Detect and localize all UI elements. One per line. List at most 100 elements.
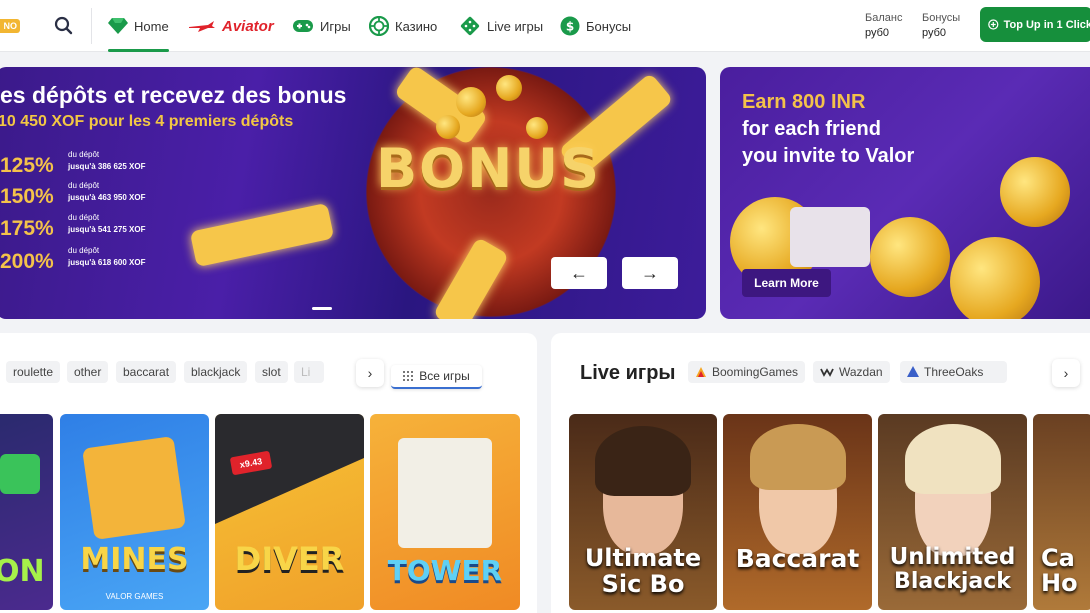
three-oaks-icon	[907, 366, 919, 377]
all-games-button[interactable]: Все игры	[391, 365, 482, 389]
nav-games[interactable]: Игры	[292, 0, 351, 52]
category-chip[interactable]: Li	[294, 361, 324, 383]
game-card[interactable]: TOWER	[370, 414, 520, 610]
game-card[interactable]: ON	[0, 414, 53, 610]
live-game-title: Ca	[1041, 544, 1075, 572]
provider-label: ThreeOaks	[924, 365, 984, 379]
divider	[91, 8, 92, 44]
tier-percent: 150%	[0, 185, 54, 208]
learn-more-button[interactable]: Learn More	[742, 269, 831, 297]
grid-icon	[403, 371, 414, 381]
referral-line3: you invite to Valor	[742, 145, 915, 167]
category-chip[interactable]: roulette	[6, 361, 61, 383]
nav-label: Игры	[320, 18, 351, 34]
balance-value: руб0	[865, 27, 890, 39]
categories-next-button[interactable]: ›	[356, 359, 384, 387]
nav-bonuses[interactable]: $ Бонусы	[560, 0, 631, 52]
bonus-balance: Бонусы руб0	[922, 11, 960, 41]
provider-chip[interactable]: Wazdan	[813, 361, 890, 383]
coin-decoration	[456, 87, 486, 117]
live-game-card[interactable]: Baccarat	[723, 414, 872, 610]
slot-machine-image	[790, 207, 870, 267]
top-up-button[interactable]: Top Up in 1 Click	[980, 7, 1090, 42]
nav-aviator[interactable]: Aviator	[188, 0, 274, 52]
game-provider: VALOR GAMES	[105, 592, 164, 601]
coin-decoration	[870, 217, 950, 297]
category-chip[interactable]: other	[67, 361, 109, 383]
provider-chip[interactable]: ThreeOaks	[900, 361, 1007, 383]
plane-icon	[189, 21, 215, 32]
nav-label: Live игры	[487, 18, 544, 34]
provider-chip[interactable]: BoomingGames	[688, 361, 806, 383]
coin-decoration	[496, 75, 522, 101]
carousel-next-button[interactable]: →	[622, 257, 678, 289]
provider-label: BoomingGames	[712, 365, 799, 379]
diamond-icon	[108, 18, 128, 34]
live-game-subtitle: Sic Bo	[601, 570, 685, 598]
live-game-card[interactable]: Ca Ho	[1033, 414, 1090, 610]
nav-casino[interactable]: Казино	[369, 0, 437, 52]
live-game-title: Ultimate	[584, 544, 702, 572]
arrow-decoration	[189, 202, 335, 268]
category-chip[interactable]: slot	[255, 361, 288, 383]
booming-games-icon	[696, 367, 706, 377]
game-title: TOWER	[387, 554, 503, 587]
banner-title: es dépôts et recevez des bonus	[0, 82, 347, 108]
top-bar: NO Home Aviator Игры Казино Live игры $ …	[0, 0, 1090, 52]
wazdan-icon	[820, 368, 834, 377]
gamepad-icon	[293, 20, 313, 32]
svg-text:$: $	[566, 20, 574, 34]
nav-label: Home	[134, 18, 169, 34]
dealer-hair	[904, 424, 1001, 494]
nav-label: Бонусы	[586, 18, 632, 34]
game-art	[0, 454, 40, 494]
tier-line1: du dépôt	[68, 213, 100, 222]
game-title: ON	[0, 554, 45, 589]
live-game-card[interactable]: Unlimited Blackjack	[878, 414, 1027, 610]
tier-line2: jusqu'à 541 275 XOF	[68, 225, 146, 234]
tier-line2: jusqu'à 618 600 XOF	[68, 258, 146, 267]
dealer-hair	[595, 426, 691, 496]
game-title: DIVER	[234, 540, 345, 578]
bonus-label: Бонусы	[922, 12, 961, 24]
referral-line2: for each friend	[742, 118, 881, 140]
category-chip[interactable]: blackjack	[184, 361, 248, 383]
chip-icon	[369, 16, 389, 36]
category-chip[interactable]: baccarat	[116, 361, 177, 383]
top-up-label: Top Up in 1 Click	[1003, 18, 1090, 31]
referral-line1: Earn 800 INR	[742, 91, 866, 113]
carousel-indicator[interactable]	[312, 307, 332, 310]
promo-banner-referral[interactable]: Earn 800 INR for each friend you invite …	[720, 67, 1090, 319]
nav-home[interactable]: Home	[108, 0, 169, 52]
live-game-title: Unlimited	[889, 544, 1016, 570]
provider-label: Wazdan	[839, 365, 883, 379]
live-games-heading: Live игры	[580, 362, 676, 384]
search-icon[interactable]	[52, 14, 76, 38]
promo-banner-deposit[interactable]: BONUS es dépôts et recevez des bonus 10 …	[0, 67, 706, 319]
tier-line2: jusqu'à 386 625 XOF	[68, 162, 146, 171]
game-art	[398, 438, 492, 548]
tier-percent: 125%	[0, 154, 54, 177]
live-game-card[interactable]: Ultimate Sic Bo	[569, 414, 717, 610]
tier-percent: 200%	[0, 250, 54, 273]
dealer-hair	[749, 424, 846, 490]
nav-label: Aviator	[222, 17, 274, 35]
logo[interactable]: NO	[0, 19, 20, 33]
carousel-prev-button[interactable]: ←	[551, 257, 607, 289]
providers-next-button[interactable]: ›	[1052, 359, 1080, 387]
tier-line1: du dépôt	[68, 150, 100, 159]
game-art	[82, 436, 186, 540]
tier-line2: jusqu'à 463 950 XOF	[68, 193, 146, 202]
coin-decoration	[436, 115, 460, 139]
game-card[interactable]: MINES VALOR GAMES	[60, 414, 209, 610]
game-title: MINES	[80, 542, 189, 577]
dice-icon	[460, 16, 480, 36]
dollar-icon: $	[560, 16, 580, 36]
bonus-word: BONUS	[376, 137, 601, 200]
nav-label: Казино	[395, 18, 438, 34]
all-games-label: Все игры	[419, 369, 470, 383]
nav-live-games[interactable]: Live игры	[459, 0, 543, 52]
tier-line1: du dépôt	[68, 246, 100, 255]
coin-decoration	[1000, 157, 1070, 227]
game-card[interactable]: x9.43 DIVER	[215, 414, 364, 610]
